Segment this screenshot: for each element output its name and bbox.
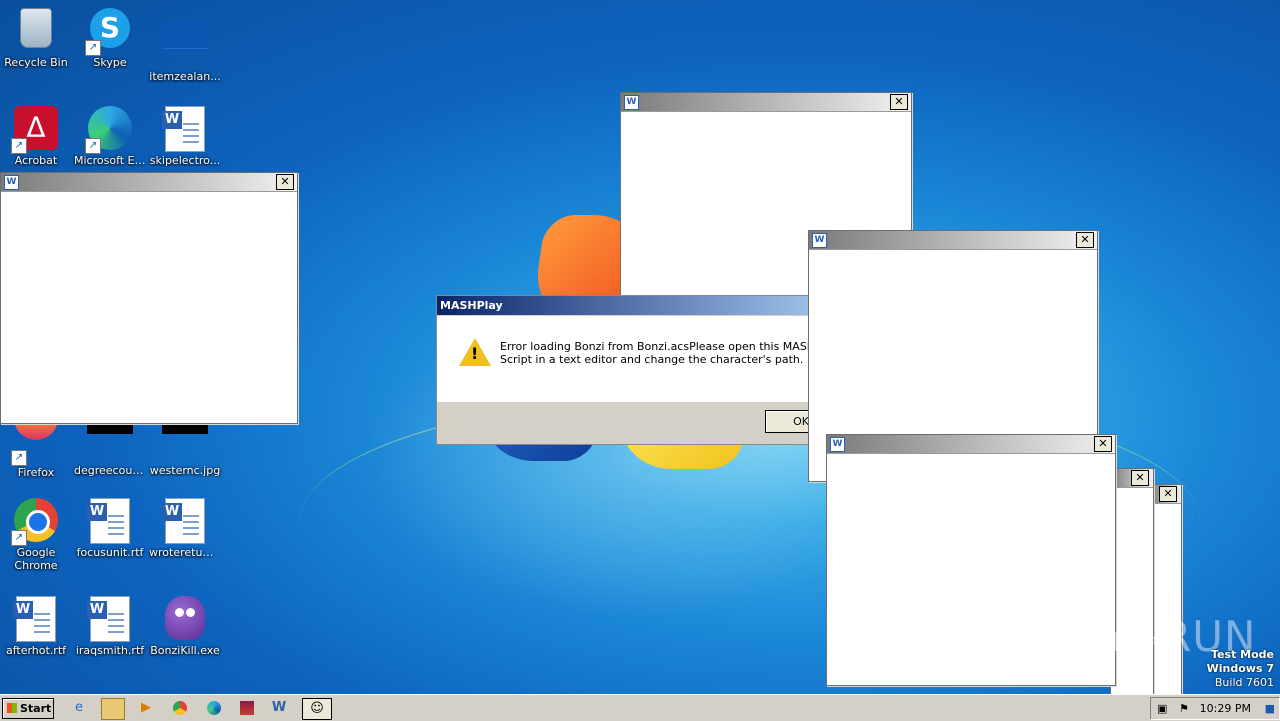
dialog-body: ! Error loading Bonzi from Bonzi.acsPlea… [437,316,837,402]
taskbar: Start e ▶ W ☺ ▣ ⚑ 10:29 PM ■ [0,694,1280,721]
close-button[interactable]: ✕ [890,94,908,110]
window-titlebar[interactable]: W ✕ [809,231,1097,250]
word-document-icon [162,106,208,152]
word-document-icon [162,498,208,544]
explorer-icon[interactable] [101,698,125,720]
ie-icon[interactable]: e [68,698,90,718]
desktop-icon-recycle-bin[interactable]: Recycle Bin [0,2,74,69]
desktop-icon-itemzealan[interactable]: itemzealan... [147,2,223,83]
desktop-icon-label: itemzealan... [149,70,221,83]
test-mode-line3: Build 7601 [1214,676,1274,689]
blank-window-back-2[interactable]: ✕ [1110,468,1154,696]
desktop-icon-label: Microsoft Edge [74,154,148,167]
window-titlebar[interactable]: ✕ [1111,469,1153,488]
start-button[interactable]: Start [2,698,54,719]
desktop-icon-label: Skype [93,56,127,69]
word-icon: W [4,175,19,190]
word-icon: W [830,437,845,452]
flag-icon[interactable]: ⚑ [1179,702,1189,715]
desktop-icon-iraqsmith[interactable]: iraqsmith.rtf [72,590,148,657]
close-button[interactable]: ✕ [1131,470,1149,486]
edge-icon: ↗ [85,106,133,154]
show-desktop-icon[interactable]: ■ [1265,702,1275,715]
desktop-icon-edge[interactable]: ↗ Microsoft Edge [72,100,148,167]
close-button[interactable]: ✕ [1159,486,1177,502]
desktop-icon-focusunit[interactable]: focusunit.rtf [72,492,148,559]
desktop-icon-afterhot[interactable]: afterhot.rtf [0,590,74,657]
desktop-icon-label: degreecoun... [74,464,148,477]
dialog-message: Error loading Bonzi from Bonzi.acsPlease… [500,340,816,366]
word-document-icon [13,596,59,642]
firefox-icon: ↗ [11,418,59,466]
desktop-icon-label: westernc.jpg [149,464,221,477]
desktop-icon-label: skipelectro... [149,154,221,167]
start-label: Start [20,702,52,715]
test-mode-line1: Test Mode [1211,648,1274,661]
winrar-icon[interactable] [236,698,258,718]
test-mode-line2: Windows 7 [1206,662,1274,675]
dialog-title[interactable]: MASHPlay [437,296,837,315]
mashplay-dialog[interactable]: MASHPlay ! Error loading Bonzi from Bonz… [436,295,838,445]
window-titlebar[interactable]: W ✕ [621,93,911,112]
desktop-icon-label: Firefox [17,466,55,479]
desktop-icon-label: afterhot.rtf [5,644,67,657]
desktop-icon-skype[interactable]: S ↗ Skype [72,2,148,69]
skype-icon: S ↗ [85,8,133,56]
desktop-icon-label: BonziKill.exe [150,644,220,657]
window-titlebar[interactable]: W ✕ [1,173,297,192]
bonzi-icon[interactable]: ☺ [302,698,332,720]
desktop-icon-label: Recycle Bin [4,56,68,69]
close-button[interactable]: ✕ [276,174,294,190]
blank-window-left[interactable]: W ✕ [0,172,298,424]
edge-icon[interactable] [203,698,225,718]
word-icon: W [624,95,639,110]
system-tray: ▣ ⚑ 10:29 PM ■ [1150,697,1280,720]
desktop-icon-label: iraqsmith.rtf [75,644,145,657]
image-file-icon [162,22,208,68]
desktop-icon-bonzikill[interactable]: BonziKill.exe [147,590,223,657]
acrobat-icon: ᐃ ↗ [11,106,59,154]
test-mode-label: Test Mode Windows 7 Build 7601 [1207,648,1274,690]
desktop-icon-label: Google Chrome [14,546,58,572]
media-player-icon[interactable]: ▶ [135,698,157,718]
word-document-icon [87,596,133,642]
recycle-bin-icon [13,8,59,54]
window-titlebar[interactable]: ✕ [1151,485,1181,504]
network-icon[interactable]: ▣ [1157,702,1167,715]
windows-flag-icon [7,703,17,713]
close-button[interactable]: ✕ [1076,232,1094,248]
window-titlebar[interactable]: W ✕ [827,435,1115,454]
bonzi-icon [162,596,208,642]
clock[interactable]: 10:29 PM [1200,702,1251,715]
close-button[interactable]: ✕ [1094,436,1112,452]
word-icon: W [812,233,827,248]
blank-window-back-3[interactable]: ✕ [1150,484,1182,696]
desktop-icon-label: focusunit.rtf [76,546,144,559]
chrome-icon: ↗ [11,498,59,546]
word-icon[interactable]: W [268,698,290,718]
desktop-icon-wroteretum[interactable]: wroteretum... [147,492,223,559]
desktop-icon-chrome[interactable]: ↗ Google Chrome [0,492,74,572]
desktop-icon-label: wroteretum... [149,546,223,559]
warning-icon: ! [459,338,491,366]
desktop-icon-acrobat[interactable]: ᐃ ↗ Acrobat [0,100,74,167]
desktop-icon-label: Acrobat [14,154,58,167]
chrome-icon[interactable] [169,698,191,718]
desktop-icon-skipelectro[interactable]: skipelectro... [147,100,223,167]
word-document-icon [87,498,133,544]
